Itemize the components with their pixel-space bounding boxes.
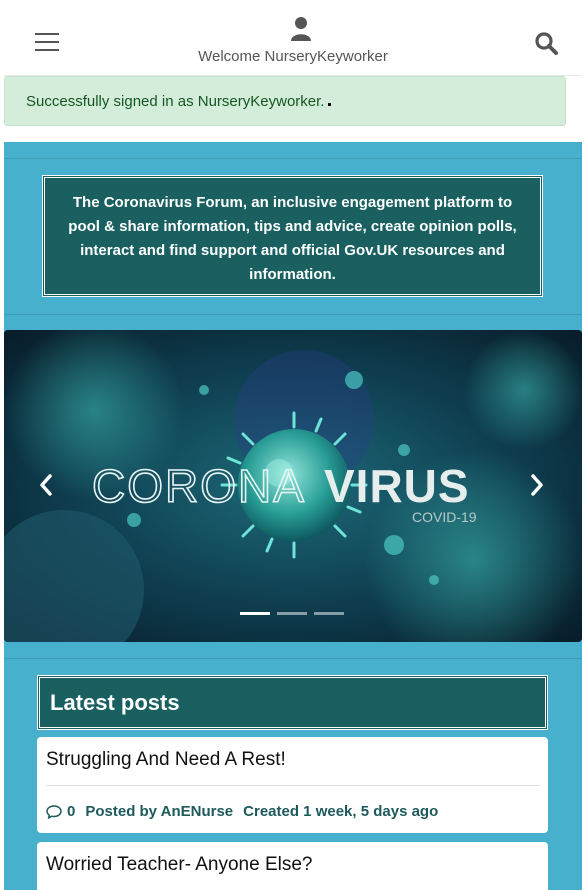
comment-icon bbox=[46, 804, 62, 819]
image-carousel[interactable]: CORONA VIRUS COVID-19 bbox=[4, 330, 582, 642]
post-title[interactable]: Struggling And Need A Rest! bbox=[46, 749, 286, 771]
carousel-next-icon[interactable] bbox=[525, 470, 549, 500]
coronavirus-banner-image: CORONA VIRUS COVID-19 bbox=[4, 330, 582, 642]
post-meta: 0 Posted by AnENurse Created 1 week, 5 d… bbox=[46, 803, 438, 820]
post-created: Created 1 week, 5 days ago bbox=[243, 803, 439, 820]
signin-success-alert: Successfully signed in as NurseryKeywork… bbox=[4, 76, 566, 126]
divider bbox=[46, 785, 540, 786]
divider bbox=[4, 314, 582, 315]
divider bbox=[4, 158, 582, 159]
post-card[interactable]: Struggling And Need A Rest! 0 Posted by … bbox=[37, 737, 548, 833]
user-icon[interactable] bbox=[288, 16, 314, 42]
main-content: The Coronavirus Forum, an inclusive enga… bbox=[4, 142, 582, 890]
carousel-indicator-3[interactable] bbox=[314, 612, 344, 615]
banner-title-bold: VIRUS bbox=[324, 460, 470, 512]
banner-title-outline: CORONA bbox=[92, 460, 306, 512]
banner-subtitle: COVID-19 bbox=[412, 509, 477, 525]
alert-message: Successfully signed in as NurseryKeywork… bbox=[26, 93, 325, 110]
carousel-indicator-1[interactable] bbox=[240, 612, 270, 615]
intro-panel: The Coronavirus Forum, an inclusive enga… bbox=[42, 175, 543, 297]
alert-dot bbox=[328, 103, 332, 106]
carousel-prev-icon[interactable] bbox=[34, 470, 58, 500]
carousel-indicators bbox=[240, 612, 350, 618]
search-icon[interactable] bbox=[534, 31, 560, 57]
intro-text: The Coronavirus Forum, an inclusive enga… bbox=[68, 194, 517, 283]
welcome-text: Welcome NurseryKeyworker bbox=[198, 48, 388, 65]
divider bbox=[4, 658, 582, 659]
latest-posts-heading: Latest posts bbox=[50, 690, 180, 715]
post-title[interactable]: Worried Teacher- Anyone Else? bbox=[46, 854, 313, 876]
latest-posts-header: Latest posts bbox=[37, 675, 548, 730]
post-author: Posted by AnENurse bbox=[85, 803, 234, 820]
comment-count: 0 bbox=[67, 803, 76, 820]
carousel-indicator-2[interactable] bbox=[277, 612, 307, 615]
post-card[interactable]: Worried Teacher- Anyone Else? bbox=[37, 842, 548, 890]
top-navbar: Welcome NurseryKeyworker bbox=[4, 4, 582, 76]
